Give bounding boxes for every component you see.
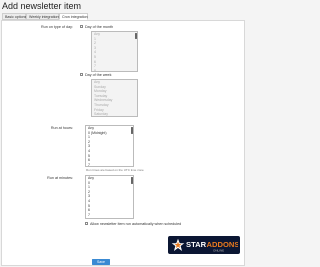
scrollbar[interactable] [130,127,133,134]
tab-basic-options[interactable]: Basic options [2,13,26,20]
day-of-month-option[interactable]: 8 [92,69,137,71]
tab-weekly-integrations[interactable]: Weekly integrations [26,13,60,20]
tab-cron-integration[interactable]: Cron integration [59,13,88,20]
day-of-week-label: Day of the week [85,73,112,77]
allow-auto-run-checkbox[interactable] [85,222,88,225]
hours-option[interactable]: 7 [86,163,133,166]
minutes-select[interactable]: Any 0 1 2 3 4 5 6 7 [85,175,134,219]
day-of-week-option[interactable]: Saturday [92,112,137,116]
run-at-minutes-label: Run at minutes: [47,176,73,180]
scrollbar[interactable] [130,177,133,184]
allow-auto-run-label: Allow newsletter item run automatically … [90,222,182,226]
day-of-month-checkbox[interactable] [80,25,83,28]
scrollbar[interactable] [134,33,137,39]
minutes-option[interactable]: 7 [86,213,133,218]
day-of-month-label: Day of the month [85,25,114,29]
staraddons-wordmark: STAR ADDONS ONLINE [186,240,238,252]
svg-text:STAR: STAR [186,240,207,249]
run-on-type-of-day-label: Run on type of day: [41,25,73,29]
svg-text:ONLINE: ONLINE [213,248,224,252]
hours-timezone-note: Run times are based on the UTC time zone [86,168,144,172]
hours-select[interactable]: Any 0 (Midnight) 1 2 3 4 5 6 7 [85,125,134,167]
page-title: Add newsletter item [2,1,82,11]
day-of-week-checkbox[interactable] [80,73,83,76]
day-of-week-select[interactable]: Any Sunday Monday Tuesday Wednesday Thur… [91,79,138,117]
staraddons-watermark: STAR ADDONS ONLINE [168,236,240,254]
run-at-hours-label: Run at hours: [50,126,73,130]
star-logo-icon [171,238,185,251]
day-of-month-select[interactable]: Any 1 2 3 4 5 6 7 8 [91,31,138,72]
save-button[interactable]: Save [92,259,110,265]
